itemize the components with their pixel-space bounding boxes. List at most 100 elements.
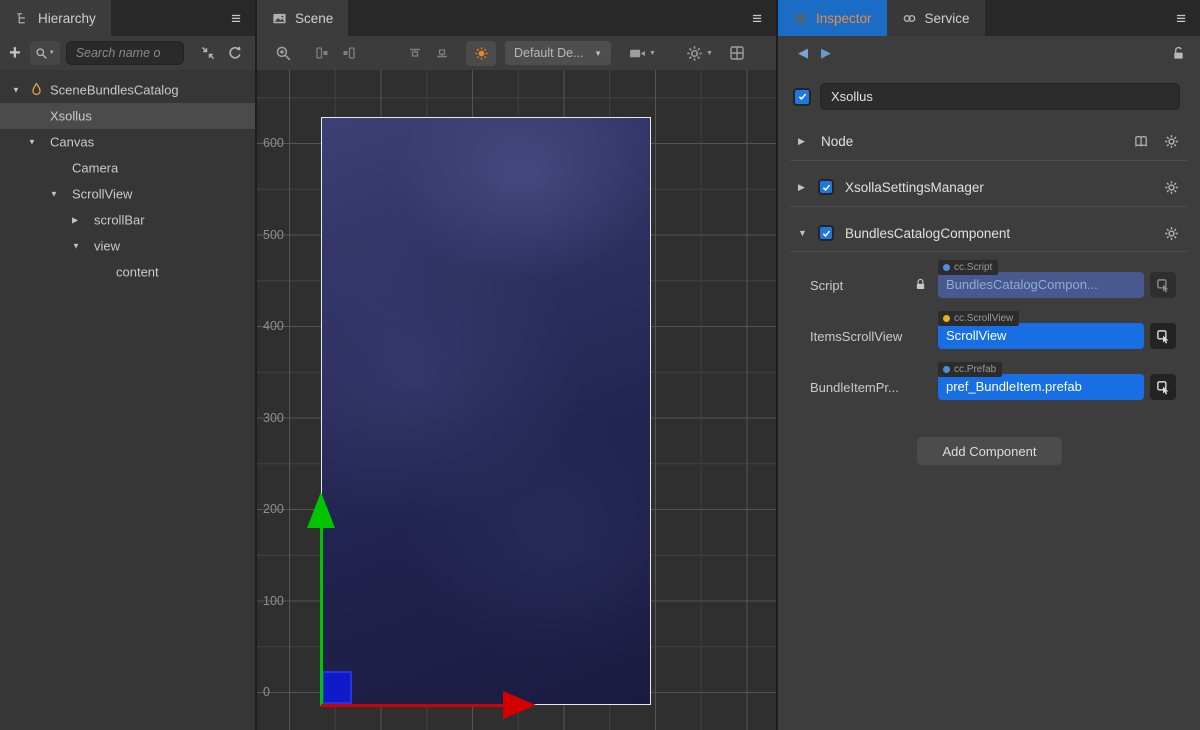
chevron-down-icon: ▼	[49, 50, 55, 56]
inspector-tab-label: Inspector	[816, 11, 872, 26]
node-name-input[interactable]	[820, 83, 1180, 110]
component-header-xsollasettingsmanager[interactable]: ▶ XsollaSettingsManager	[778, 172, 1200, 202]
type-badge: cc.Prefab	[938, 362, 1002, 377]
y-axis-gizmo[interactable]	[320, 526, 323, 706]
scene-tab-label: Scene	[295, 11, 333, 26]
ruler-label: 100	[263, 593, 284, 609]
search-input[interactable]	[66, 41, 184, 65]
divider	[790, 160, 1188, 161]
layout-grid-icon[interactable]	[729, 45, 745, 61]
component-title: BundlesCatalogComponent	[845, 226, 1010, 241]
x-axis-gizmo[interactable]	[321, 704, 505, 707]
back-arrow[interactable]: ◀	[798, 45, 808, 61]
design-resolution-value: Default De...	[514, 46, 583, 60]
align-bottom-icon[interactable]	[434, 45, 450, 61]
chevron-down-icon: ▼	[649, 50, 656, 57]
tree-item-content[interactable]: content	[0, 259, 255, 285]
inspector-nav: ◀ ▶	[778, 36, 1200, 70]
add-component-button[interactable]: Add Component	[917, 437, 1062, 465]
picker-button[interactable]	[1150, 323, 1176, 349]
tab-hierarchy[interactable]: Hierarchy	[0, 0, 111, 36]
sprite-preview[interactable]	[322, 671, 352, 704]
tab-service[interactable]: Service	[887, 0, 985, 36]
inspector-tabbar: Inspector Service ≡	[778, 0, 1200, 36]
light-bulb-icon	[474, 46, 489, 61]
design-resolution-dropdown[interactable]: Default De... ▼	[505, 41, 611, 65]
check-icon	[821, 228, 832, 239]
tree-item-label: SceneBundlesCatalog	[50, 83, 179, 98]
collapse-arrow-icon[interactable]: ▼	[72, 242, 80, 251]
lock-icon	[914, 278, 927, 291]
camera-menu-button[interactable]: ▼	[629, 45, 656, 62]
inspector-panel: Inspector Service ≡ ◀ ▶ ▶ Node	[778, 0, 1200, 730]
ruler-label: 400	[263, 318, 284, 334]
tree-item-label: Canvas	[50, 135, 94, 150]
node-name-row	[778, 83, 1200, 110]
ruler-label: 300	[263, 410, 284, 426]
link-icon	[902, 11, 917, 26]
search-filter-button[interactable]: ▼	[30, 41, 60, 65]
inspector-menu-icon[interactable]: ≡	[1176, 10, 1200, 27]
scene-image-icon	[272, 11, 287, 26]
tab-scene[interactable]: Scene	[257, 0, 348, 36]
component-title: XsollaSettingsManager	[845, 180, 984, 195]
scene-settings-button[interactable]: ▼	[686, 45, 713, 62]
node-section-title: Node	[821, 134, 853, 149]
tree-item-label: Camera	[72, 161, 118, 176]
tree-item-label: scrollBar	[94, 213, 145, 228]
camera-icon	[629, 45, 646, 62]
gizmo-toggle-button[interactable]	[466, 41, 496, 66]
forward-arrow[interactable]: ▶	[821, 45, 831, 61]
collapse-arrow-icon[interactable]: ▼	[28, 138, 36, 147]
y-axis-arrowhead-icon	[307, 492, 335, 528]
picker-button[interactable]	[1150, 374, 1176, 400]
align-left-icon[interactable]	[314, 45, 330, 61]
hierarchy-menu-icon[interactable]: ≡	[231, 10, 255, 27]
zoom-icon[interactable]	[275, 45, 292, 62]
gear-icon[interactable]	[1164, 180, 1179, 195]
tree-item-scrollview[interactable]: ▼ScrollView	[0, 181, 255, 207]
tree-item-xsollus[interactable]: Xsollus	[0, 103, 255, 129]
tab-inspector[interactable]: Inspector	[778, 0, 887, 36]
ruler-label: 500	[263, 227, 284, 243]
collapse-arrow-icon[interactable]: ▼	[12, 86, 20, 95]
tree-item-camera[interactable]: Camera	[0, 155, 255, 181]
component-header-bundlescatalogcomponent[interactable]: ▼ BundlesCatalogComponent	[778, 218, 1200, 248]
type-badge: cc.ScrollView	[938, 311, 1019, 326]
reference-field[interactable]: BundlesCatalogCompon...	[938, 272, 1144, 298]
node-active-checkbox[interactable]	[793, 88, 811, 106]
node-section-header[interactable]: ▶ Node	[778, 126, 1200, 156]
refresh-icon[interactable]	[227, 45, 243, 61]
picker-button[interactable]	[1150, 272, 1176, 298]
reference-field[interactable]: ScrollView	[938, 323, 1144, 349]
gear-icon[interactable]	[1164, 226, 1179, 241]
create-node-button[interactable]: +	[9, 43, 21, 63]
chevron-down-icon: ▼	[594, 49, 602, 58]
component-enabled-checkbox[interactable]	[818, 225, 834, 241]
reference-field[interactable]: pref_BundleItem.prefab	[938, 374, 1144, 400]
gear-icon[interactable]	[1164, 134, 1179, 149]
collapse-all-icon[interactable]	[200, 45, 216, 61]
collapse-arrow-icon[interactable]: ▼	[798, 228, 810, 238]
scene-viewport[interactable]: 6005004003002001000	[257, 70, 776, 730]
hierarchy-tabbar: Hierarchy ≡	[0, 0, 255, 36]
canvas-design-area[interactable]	[321, 117, 651, 705]
component-enabled-checkbox[interactable]	[818, 179, 834, 195]
tree-item-canvas[interactable]: ▼ Canvas	[0, 129, 255, 155]
book-icon[interactable]	[1134, 134, 1149, 149]
ruler-label: 200	[263, 501, 284, 517]
expand-arrow-icon[interactable]: ▶	[798, 182, 810, 193]
badge-dot-icon	[943, 366, 950, 373]
tree-item-scrollbar[interactable]: ▶ scrollBar	[0, 207, 255, 233]
tree-item-view[interactable]: ▼view	[0, 233, 255, 259]
align-right-icon[interactable]	[341, 45, 357, 61]
scene-menu-icon[interactable]: ≡	[752, 10, 776, 27]
property-label: ItemsScrollView	[810, 329, 902, 344]
expand-arrow-icon[interactable]: ▶	[72, 216, 78, 225]
expand-arrow-icon[interactable]: ▶	[798, 136, 810, 147]
unlock-icon[interactable]	[1171, 46, 1186, 61]
divider	[790, 206, 1188, 207]
align-top-icon[interactable]	[407, 45, 423, 61]
tree-item-scenebundlescatalog[interactable]: ▼ SceneBundlesCatalog	[0, 77, 255, 103]
collapse-arrow-icon[interactable]: ▼	[50, 190, 58, 199]
